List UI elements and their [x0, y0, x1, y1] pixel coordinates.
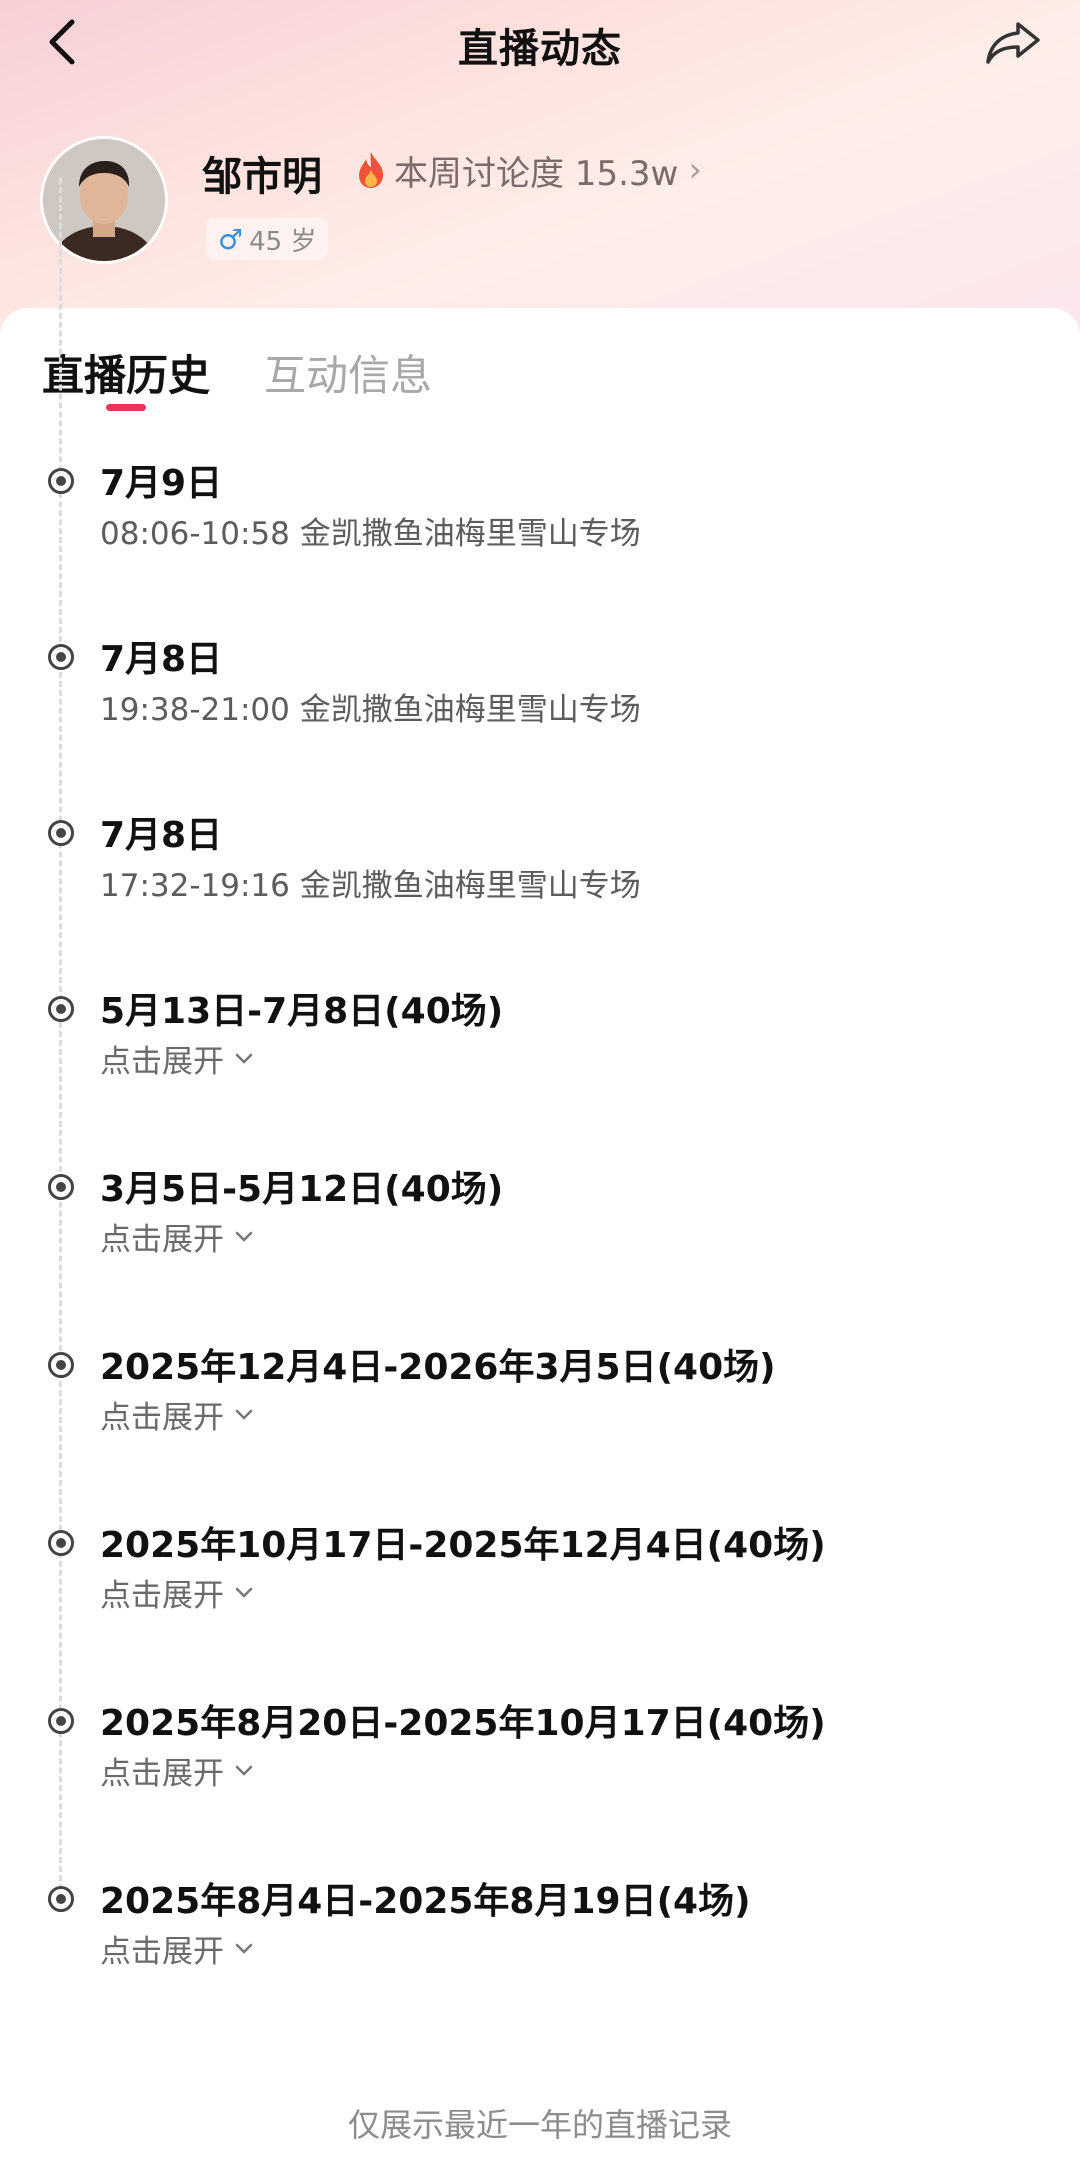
gender-age-badge: ♂ 45 岁 [206, 218, 329, 260]
tab-interaction-info[interactable]: 互动信息 [264, 342, 432, 403]
timeline-date-range: 2025年12月4日-2026年3月5日(40场) [100, 1347, 776, 1388]
timeline-dot-icon [48, 1886, 74, 1912]
timeline-session-detail: 19:38-21:00 金凯撒鱼油梅里雪山专场 [100, 692, 641, 728]
timeline-dot-icon [48, 1352, 74, 1378]
chevron-down-icon [235, 1587, 253, 1598]
timeline-date-range: 2025年8月4日-2025年8月19日(4场) [100, 1881, 751, 1922]
heat-label: 本周讨论度 15.3w [394, 153, 679, 194]
timeline-date-range: 2025年10月17日-2025年12月4日(40场) [100, 1525, 826, 1566]
timeline-date-range: 5月13日-7月8日(40场) [100, 991, 504, 1032]
timeline-session-detail: 17:32-19:16 金凯撒鱼油梅里雪山专场 [100, 868, 641, 904]
discussion-heat[interactable]: 本周讨论度 15.3w › [356, 146, 702, 194]
share-button[interactable] [982, 12, 1044, 72]
expand-button[interactable]: 点击展开 [100, 1570, 254, 1615]
chevron-right-icon: › [688, 150, 702, 190]
chevron-down-icon [235, 1231, 253, 1242]
expand-button[interactable]: 点击展开 [100, 1926, 254, 1971]
chevron-down-icon [235, 1409, 253, 1420]
timeline-date: 7月9日 [100, 463, 223, 504]
expand-label: 点击展开 [100, 1400, 224, 1436]
chevron-down-icon [235, 1943, 253, 1954]
expand-button[interactable]: 点击展开 [100, 1214, 254, 1259]
timeline-dot-icon [48, 820, 74, 846]
expand-label: 点击展开 [100, 1222, 224, 1258]
timeline-dot-icon [48, 1530, 74, 1556]
tab-live-history[interactable]: 直播历史 [42, 342, 210, 403]
timeline-dot-icon [48, 996, 74, 1022]
timeline-dot-icon [48, 644, 74, 670]
timeline-date: 7月8日 [100, 815, 223, 856]
footer-note: 仅展示最近一年的直播记录 [347, 2106, 732, 2144]
nav-bar: 直播动态 [0, 0, 1080, 90]
timeline-date-range: 2025年8月20日-2025年10月17日(40场) [100, 1703, 826, 1744]
expand-label: 点击展开 [100, 1756, 224, 1792]
profile-section: 邹市明 本周讨论度 15.3w › ♂ 45 岁 [40, 136, 1040, 266]
active-tab-indicator [106, 404, 146, 411]
share-icon [986, 22, 1040, 64]
timeline-date: 7月8日 [100, 639, 223, 680]
expand-button[interactable]: 点击展开 [100, 1392, 254, 1437]
timeline-connector [59, 178, 62, 1908]
expand-button[interactable]: 点击展开 [100, 1036, 254, 1081]
streamer-name: 邹市明 [202, 154, 322, 200]
chevron-down-icon [235, 1765, 253, 1776]
age-label: 45 岁 [249, 226, 317, 257]
male-icon: ♂ [218, 222, 244, 256]
expand-label: 点击展开 [100, 1578, 224, 1614]
expand-label: 点击展开 [100, 1044, 224, 1080]
timeline-dot-icon [48, 468, 74, 494]
page-title: 直播动态 [458, 26, 622, 72]
timeline-date-range: 3月5日-5月12日(40场) [100, 1169, 504, 1210]
timeline-dot-icon [48, 1174, 74, 1200]
timeline-dot-icon [48, 1708, 74, 1734]
expand-button[interactable]: 点击展开 [100, 1748, 254, 1793]
chevron-down-icon [235, 1053, 253, 1064]
fire-icon [359, 152, 383, 188]
expand-label: 点击展开 [100, 1934, 224, 1970]
timeline-session-detail: 08:06-10:58 金凯撒鱼油梅里雪山专场 [100, 516, 641, 552]
